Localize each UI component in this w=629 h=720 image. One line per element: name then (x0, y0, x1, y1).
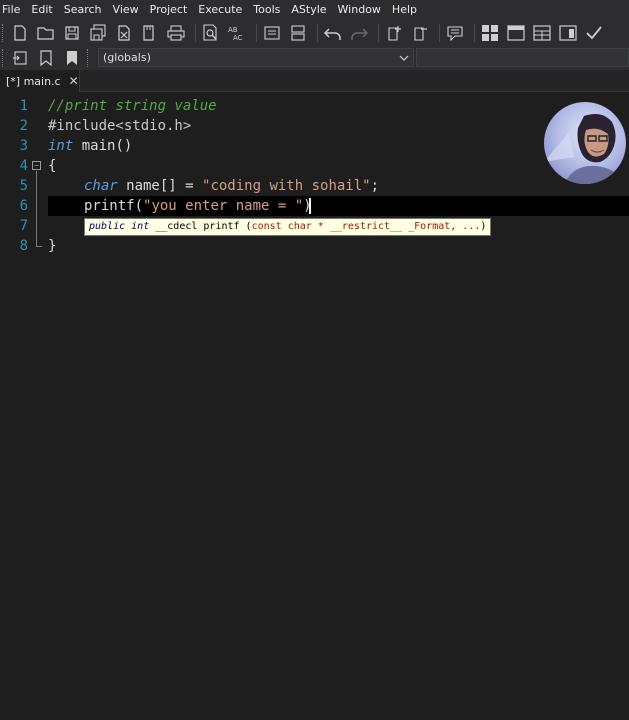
code-line-5: char name[] = "coding with sohail"; (84, 176, 379, 196)
svg-text:AC: AC (233, 34, 243, 42)
menu-astyle[interactable]: AStyle (288, 0, 334, 20)
tooltip-function: __cdecl printf ( (149, 221, 252, 232)
toolbar-separator (439, 24, 440, 42)
line-number: 2 (19, 118, 28, 134)
menu-search[interactable]: Search (61, 0, 110, 20)
replace-icon[interactable]: AB AC (226, 22, 248, 44)
keyword: int (48, 138, 74, 154)
tooltip-keyword: public (89, 221, 126, 232)
fold-end (36, 246, 42, 247)
webcam-avatar (544, 102, 626, 184)
ide-window: File Edit Search View Project Execute To… (0, 0, 629, 720)
split-view-icon[interactable] (287, 22, 309, 44)
text-caret (309, 198, 311, 214)
string-literal: "coding with sohail" (202, 178, 371, 194)
toolbar-separator (474, 24, 475, 42)
check-icon[interactable] (583, 22, 605, 44)
toolbar-grip[interactable] (2, 49, 5, 67)
function-signature-tooltip: public int __cdecl printf (const char * … (84, 218, 492, 236)
toolbar-separator (317, 24, 318, 42)
chevron-down-icon (399, 55, 409, 61)
tooltip-close: ) (480, 221, 487, 232)
bookmark-outline-icon[interactable] (35, 47, 57, 69)
code-text: main() (73, 138, 133, 154)
menu-help[interactable]: Help (389, 0, 425, 20)
layout-grid-icon[interactable] (479, 22, 501, 44)
scope-combobox-value: (globals) (103, 51, 151, 64)
tab-label: [*] main.c (6, 74, 61, 88)
line-number: 8 (19, 238, 28, 254)
layout-panel-icon[interactable] (557, 22, 579, 44)
svg-text:AB: AB (228, 26, 238, 34)
menu-project[interactable]: Project (147, 0, 196, 20)
code-line-4: { (48, 158, 57, 174)
line-number: 3 (19, 138, 28, 154)
save-all-icon[interactable] (87, 22, 109, 44)
main-toolbar: AB AC (0, 20, 629, 46)
undo-icon[interactable] (322, 22, 344, 44)
menu-bar: File Edit Search View Project Execute To… (0, 0, 629, 20)
menu-view[interactable]: View (110, 0, 147, 20)
tab-main-c[interactable]: [*] main.c ✕ (0, 70, 80, 92)
code-line-6: printf("you enter name = ") (84, 196, 312, 216)
open-folder-icon[interactable] (35, 22, 57, 44)
toolbar-grip[interactable] (2, 24, 5, 42)
code-text: name[] = (117, 178, 203, 194)
code-text: printf( (84, 198, 144, 214)
string-quote: " (294, 198, 304, 214)
toolbar-separator (378, 24, 379, 42)
line-number: 7 (19, 218, 28, 234)
string-literal: "you enter name = (143, 198, 295, 214)
menu-window[interactable]: Window (335, 0, 389, 20)
line-number: 1 (19, 98, 28, 114)
tooltip-params: const char * __restrict__ _Format, ... (251, 221, 481, 232)
scope-combobox[interactable]: (globals) (98, 48, 414, 67)
menu-file[interactable]: File (0, 0, 28, 20)
print-icon[interactable] (165, 22, 187, 44)
code-line-8: } (48, 238, 57, 254)
tooltip-keyword: int (131, 221, 150, 232)
close-icon[interactable]: ✕ (69, 74, 79, 88)
menu-execute[interactable]: Execute (195, 0, 250, 20)
keyword: char (84, 178, 118, 194)
code-line-3: int main() (48, 136, 132, 156)
goto-icon[interactable] (9, 47, 31, 69)
indent-icon[interactable] (261, 22, 283, 44)
close-file-icon[interactable] (113, 22, 135, 44)
menu-tools[interactable]: Tools (250, 0, 288, 20)
remove-project-icon[interactable] (409, 22, 431, 44)
code-text: ; (370, 178, 380, 194)
new-file-icon[interactable] (9, 22, 31, 44)
find-icon[interactable] (200, 22, 222, 44)
comment-icon[interactable] (444, 22, 466, 44)
save-icon[interactable] (61, 22, 83, 44)
code-line-1: //print string value (48, 98, 217, 114)
toolbar-separator (256, 24, 257, 42)
toolbar-grip[interactable] (87, 49, 90, 67)
toolbar-separator (195, 24, 196, 42)
bookmark-filled-icon[interactable] (61, 47, 83, 69)
new-project-icon[interactable] (383, 22, 405, 44)
editor-tab-bar: [*] main.c ✕ (0, 70, 629, 92)
fold-toggle[interactable]: − (32, 161, 41, 170)
line-number: 5 (19, 178, 28, 194)
line-number: 6 (19, 198, 28, 214)
layout-table-icon[interactable] (531, 22, 553, 44)
close-all-icon[interactable] (139, 22, 161, 44)
menu-edit[interactable]: Edit (28, 0, 60, 20)
code-line-2: #include<stdio.h> (48, 118, 192, 134)
secondary-toolbar: (globals) (0, 46, 629, 70)
redo-icon[interactable] (348, 22, 370, 44)
line-number: 4 (19, 158, 28, 174)
code-editor[interactable]: 1 2 3 4 5 6 7 8 − //print string value #… (0, 92, 629, 720)
fold-rail (36, 171, 37, 246)
layout-window-icon[interactable] (505, 22, 527, 44)
symbol-combobox[interactable] (416, 48, 629, 67)
